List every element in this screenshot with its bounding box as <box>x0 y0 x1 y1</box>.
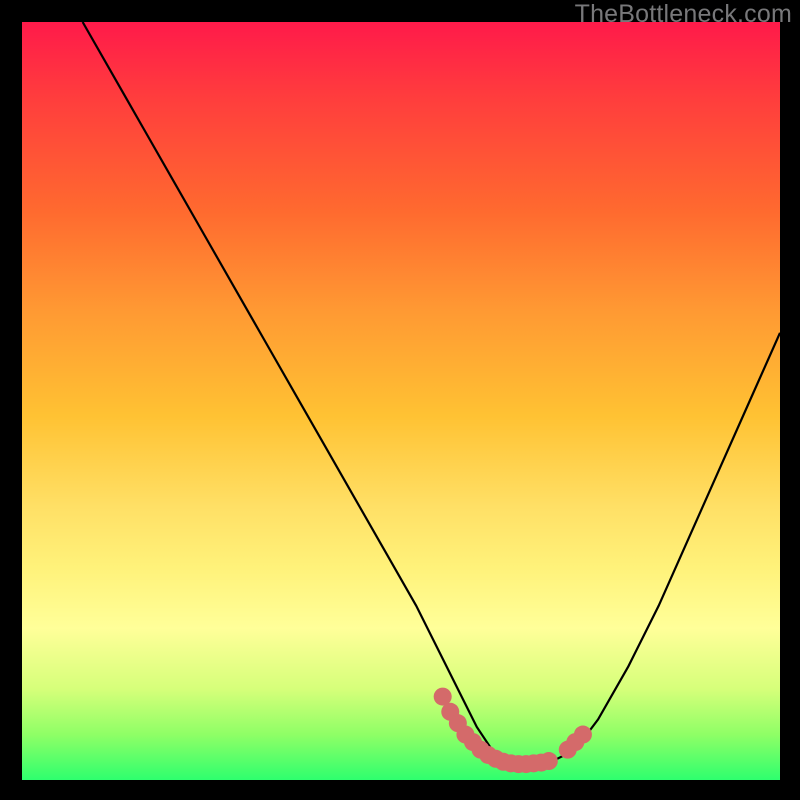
curve-markers <box>434 688 592 773</box>
curve-marker <box>540 752 558 770</box>
curve-marker <box>574 726 592 744</box>
curve-svg <box>22 22 780 780</box>
chart-frame: TheBottleneck.com <box>0 0 800 800</box>
plot-area <box>22 22 780 780</box>
bottleneck-curve <box>83 22 780 765</box>
watermark-text: TheBottleneck.com <box>575 0 792 29</box>
